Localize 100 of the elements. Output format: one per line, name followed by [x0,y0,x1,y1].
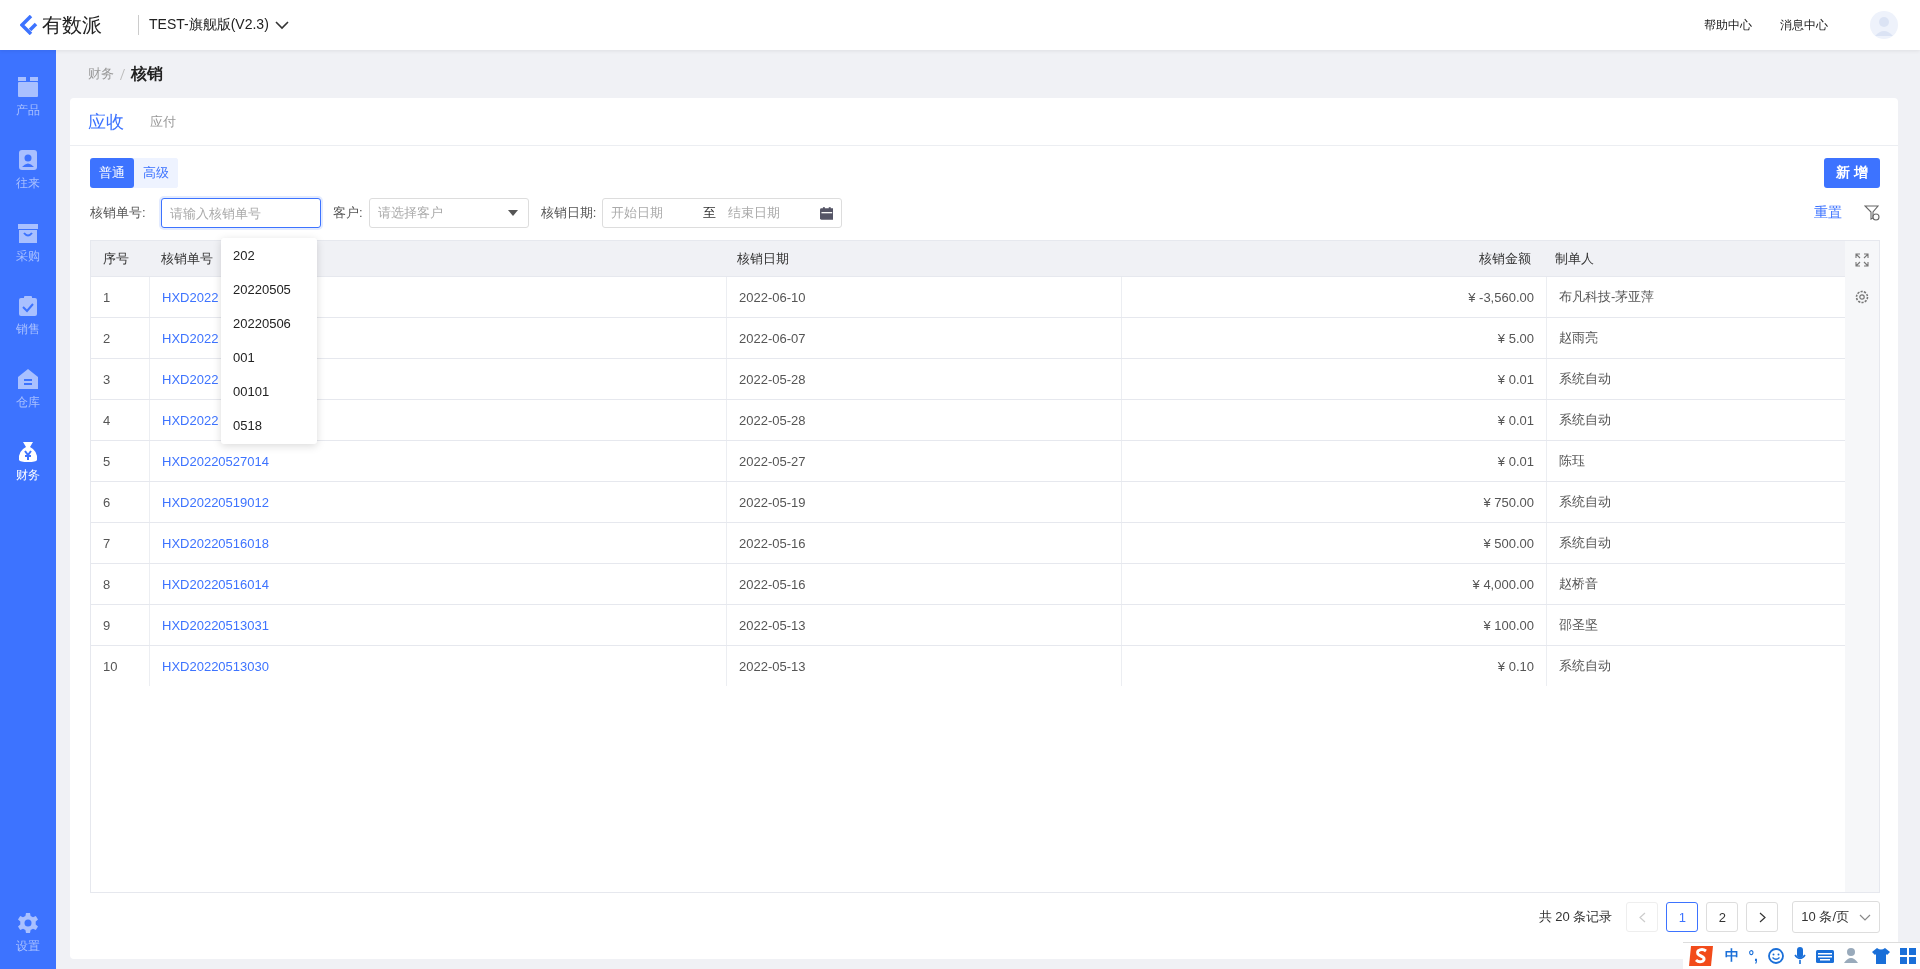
table-cell: 赵雨亮 [1559,329,1598,347]
table-cell: 7 [103,535,111,551]
order-link[interactable]: HXD20220519012 [162,494,269,510]
suggestion-item[interactable]: 20220505 [221,273,317,307]
table-cell: 10 [103,658,118,674]
calendar-icon [819,206,834,220]
page-button[interactable]: 1 [1666,902,1699,932]
ime-logo-icon[interactable] [1688,944,1715,968]
table-cell: 邵圣坚 [1559,616,1598,634]
date-range-field[interactable]: 开始日期 至 结束日期 [602,198,843,228]
table-cell: 8 [103,576,111,592]
sidebar-item[interactable]: 设置 [16,912,40,955]
sidebar-item[interactable]: 产品 [16,76,40,119]
table-cell: 2022-05-27 [739,453,806,469]
microphone-icon[interactable] [1794,947,1806,965]
ime-mode[interactable]: 中 [1724,947,1739,965]
page-title: 核销 [131,63,163,84]
settings-icon[interactable] [1854,289,1870,305]
mode-toggle[interactable]: 普通 [90,158,134,188]
order-link[interactable]: HXD20220516018 [162,535,269,551]
money-bag-icon [17,441,39,463]
tab[interactable]: 应收 [88,109,124,134]
order-link[interactable]: HXD2022 [162,412,219,428]
table-cell: ¥ 0.01 [1497,412,1534,428]
order-link[interactable]: HXD20220513031 [162,617,269,633]
table-cell: 3 [103,371,111,387]
sidebar-item[interactable]: 仓库 [16,368,40,411]
table-cell: 2022-06-07 [739,330,806,346]
logo-icon [20,15,38,35]
suggestion-item[interactable]: 00101 [221,375,317,409]
table-cell: ¥ 0.01 [1497,371,1534,387]
filter-settings-icon[interactable] [1864,205,1880,221]
suggestion-item[interactable]: 202 [221,239,317,273]
suggestion-item[interactable]: 001 [221,341,317,375]
table-cell: 2022-05-16 [739,535,806,551]
order-link[interactable]: HXD2022 [162,371,219,387]
settings-icon [17,912,39,934]
header-link[interactable]: 消息中心 [1780,16,1828,34]
table-cell: ¥ 4,000.00 [1472,576,1534,592]
shirt-icon[interactable] [1872,948,1890,964]
input-field[interactable]: 请输入核销单号 [161,198,321,228]
punctuation-mode[interactable]: °, [1748,948,1758,964]
add-button[interactable]: 新 增 [1824,158,1880,188]
table-cell: 系统自动 [1559,370,1611,388]
sidebar-item[interactable]: 销售 [16,295,40,338]
table-cell: ¥ 100.00 [1483,617,1534,633]
table-cell: 2022-05-16 [739,576,806,592]
table-cell: 布凡科技-茅亚萍 [1559,288,1655,306]
workspace-dropdown[interactable]: TEST-旗舰版(V2.3) [149,16,289,34]
keyboard-icon[interactable] [1816,949,1834,963]
sidebar-item[interactable]: 财务 [16,441,40,484]
table-cell: 系统自动 [1559,534,1611,552]
reset-link[interactable]: 重置 [1814,204,1842,222]
header-link[interactable]: 帮助中心 [1704,16,1752,34]
total-count: 共 20 条记录 [1538,908,1613,926]
table-cell: 2022-05-28 [739,371,806,387]
field-label: 客户: [333,204,363,222]
chevron-down-icon [274,20,289,30]
suggestion-item[interactable]: 0518 [221,409,317,443]
column-header: 核销金额 [1479,249,1531,268]
table-cell: ¥ 5.00 [1497,330,1534,346]
basket-icon [17,222,39,244]
table-cell: ¥ 750.00 [1483,494,1534,510]
table-cell: 2022-06-10 [739,289,806,305]
tab[interactable]: 应付 [150,112,176,131]
warehouse-icon [17,368,39,390]
table-cell: ¥ 0.01 [1497,453,1534,469]
order-link[interactable]: HXD20220527014 [162,453,269,469]
caret-icon [507,210,518,216]
table-cell: 4 [103,412,111,428]
table-cell: 2022-05-13 [739,658,806,674]
order-link[interactable]: HXD20220513030 [162,658,269,674]
table-cell: 系统自动 [1559,657,1611,675]
page-button[interactable]: 2 [1706,902,1739,932]
table-cell: 2022-05-19 [739,494,806,510]
smiley-icon[interactable] [1768,948,1784,964]
table-cell: 2 [103,330,111,346]
sidebar-item[interactable]: 往来 [16,149,40,192]
table-cell: 2022-05-28 [739,412,806,428]
suggestion-item[interactable]: 20220506 [221,307,317,341]
table-cell: 1 [103,289,111,305]
table-cell: ¥ 500.00 [1483,535,1534,551]
order-link[interactable]: HXD2022 [162,289,219,305]
table-cell: 系统自动 [1559,411,1611,429]
order-link[interactable]: HXD20220516014 [162,576,269,592]
page-size-select[interactable]: 10 条/页 [1792,901,1880,933]
chevron-left-icon [1638,911,1646,923]
column-header: 核销日期 [737,249,789,268]
order-link[interactable]: HXD2022 [162,330,219,346]
box-icon [17,76,39,98]
column-header: 制单人 [1555,249,1594,268]
fullscreen-icon[interactable] [1855,253,1869,267]
table-cell: 陈珏 [1559,452,1585,470]
column-header: 核销单号 [161,249,213,268]
breadcrumb-link[interactable]: 财务 [88,65,114,83]
grid-icon[interactable] [1900,948,1916,964]
table-cell: 2022-05-13 [739,617,806,633]
sidebar-item[interactable]: 采购 [16,222,40,265]
select-field[interactable]: 请选择客户 [368,198,529,228]
field-label: 核销日期: [540,204,597,222]
